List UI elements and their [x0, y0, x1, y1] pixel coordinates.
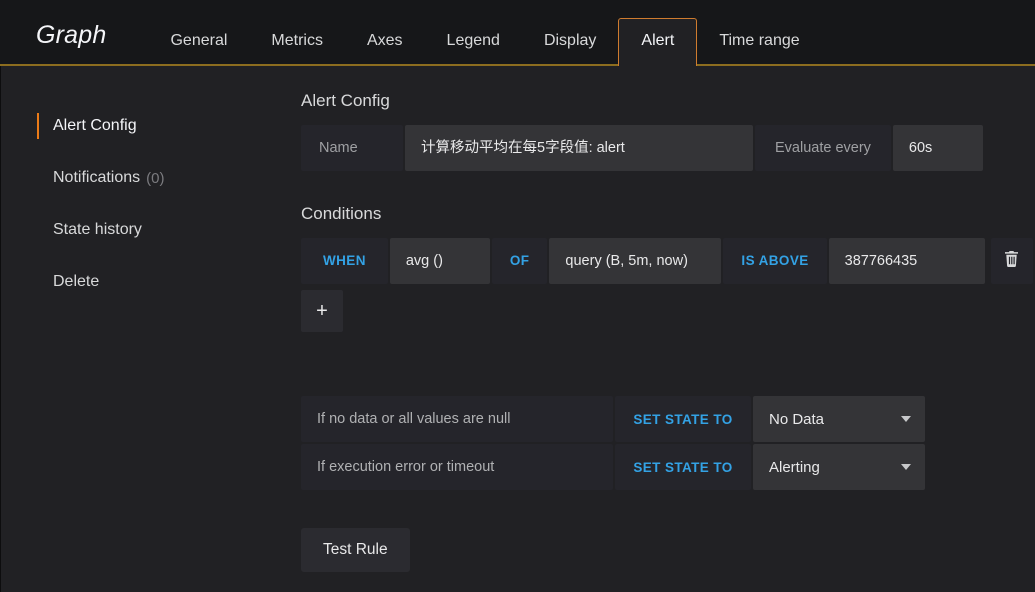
- alert-name-row: Name 计算移动平均在每5字段值: alert Evaluate every …: [301, 125, 1035, 171]
- delete-condition-button[interactable]: [990, 238, 1033, 284]
- editor-tabs: General Metrics Axes Legend Display Aler…: [148, 0, 821, 68]
- tab-alert[interactable]: Alert: [618, 18, 698, 68]
- condition-threshold-input[interactable]: 387766435: [828, 238, 985, 284]
- condition-reducer-select[interactable]: avg (): [389, 238, 490, 284]
- sidebar-item-alert-config[interactable]: Alert Config: [1, 100, 267, 152]
- exec-error-state-select[interactable]: Alerting: [753, 444, 925, 490]
- condition-when-label: WHEN: [301, 238, 388, 284]
- conditions-heading: Conditions: [301, 204, 382, 223]
- tab-time-range[interactable]: Time range: [697, 33, 821, 66]
- no-data-state-select[interactable]: No Data: [753, 396, 925, 442]
- alert-config-heading: Alert Config: [301, 91, 390, 110]
- sidebar-item-delete[interactable]: Delete: [1, 256, 267, 308]
- trash-icon: [1004, 250, 1019, 272]
- no-data-state-row: If no data or all values are null SET ST…: [301, 396, 1035, 442]
- sidebar-item-label: Notifications: [53, 169, 141, 186]
- condition-of-label: OF: [491, 238, 548, 284]
- exec-error-state-row: If execution error or timeout SET STATE …: [301, 444, 1035, 490]
- add-condition-button[interactable]: +: [301, 290, 343, 332]
- condition-evaluator-select[interactable]: IS ABOVE: [723, 238, 827, 284]
- sidebar-item-notifications[interactable]: Notifications (0): [1, 152, 267, 204]
- condition-query-select[interactable]: query (B, 5m, now): [549, 238, 722, 284]
- editor-body: Alert Config Notifications (0) State his…: [0, 66, 1035, 592]
- exec-error-description: If execution error or timeout: [301, 444, 613, 490]
- alert-name-input[interactable]: 计算移动平均在每5字段值: alert: [405, 125, 753, 171]
- no-data-state-value: No Data: [769, 410, 825, 428]
- exec-error-state-value: Alerting: [769, 458, 820, 476]
- no-data-description: If no data or all values are null: [301, 396, 613, 442]
- plus-icon: +: [316, 300, 328, 322]
- sidebar-item-label: State history: [53, 221, 142, 238]
- condition-row: WHEN avg () OF query (B, 5m, now) IS ABO…: [301, 238, 1035, 284]
- notifications-count: (0): [146, 169, 165, 187]
- name-label: Name: [301, 125, 403, 171]
- chevron-down-icon: [901, 416, 911, 422]
- tab-general[interactable]: General: [148, 33, 249, 66]
- graph-panel-editor: Graph General Metrics Axes Legend Displa…: [0, 0, 1035, 592]
- state-handling-block: If no data or all values are null SET ST…: [301, 396, 1035, 490]
- tab-legend[interactable]: Legend: [425, 33, 522, 66]
- evaluate-every-label: Evaluate every: [755, 125, 891, 171]
- no-data-set-state-label: SET STATE TO: [615, 396, 751, 442]
- chevron-down-icon: [901, 464, 911, 470]
- exec-error-set-state-label: SET STATE TO: [615, 444, 751, 490]
- sidebar-item-label: Alert Config: [53, 117, 137, 134]
- test-rule-button[interactable]: Test Rule: [301, 528, 410, 572]
- sidebar-item-state-history[interactable]: State history: [1, 204, 267, 256]
- tab-axes[interactable]: Axes: [345, 33, 425, 66]
- tab-display[interactable]: Display: [522, 33, 618, 66]
- alert-config-content: Alert Config Name 计算移动平均在每5字段值: alert Ev…: [267, 66, 1035, 592]
- evaluate-every-input[interactable]: 60s: [892, 125, 983, 171]
- tab-metrics[interactable]: Metrics: [249, 33, 345, 66]
- panel-editor-header: Graph General Metrics Axes Legend Displa…: [0, 0, 1035, 68]
- page-title: Graph: [36, 21, 107, 49]
- alert-sidebar: Alert Config Notifications (0) State his…: [1, 66, 267, 592]
- sidebar-item-label: Delete: [53, 273, 100, 290]
